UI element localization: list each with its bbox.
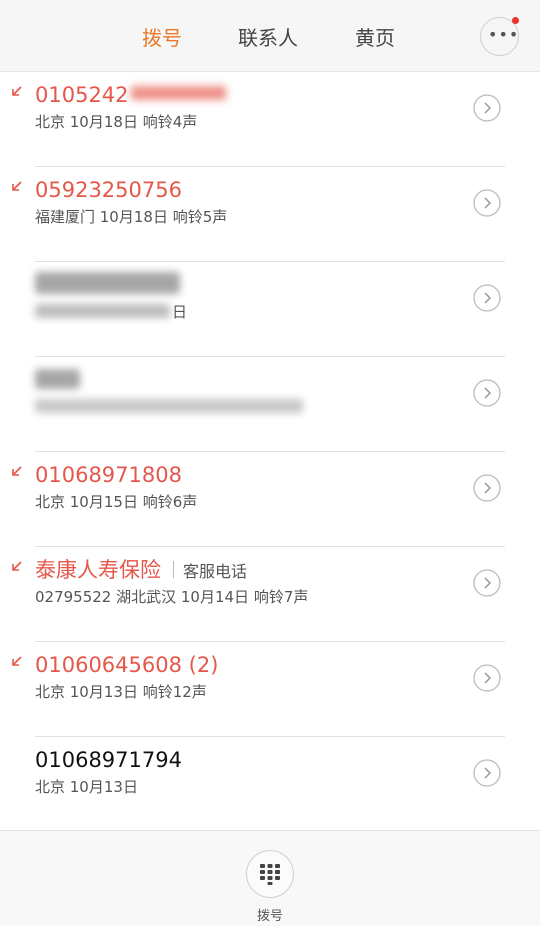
tab-contacts[interactable]: 联系人 (238, 22, 298, 51)
more-dots-icon: ••• (488, 25, 520, 44)
tab-yellow-pages[interactable]: 黄页 (355, 22, 395, 51)
dialpad-label: 拨号 (256, 909, 283, 924)
missed-call-icon (12, 86, 22, 96)
tab-dial[interactable]: 拨号 (142, 22, 182, 51)
call-log-row[interactable]: 01068971794 北京 10月13日 (0, 737, 540, 830)
call-log-list: 0105242 北京 10月18日 响铃4声 05923250756 福建厦门 … (0, 72, 540, 830)
chevron-right-icon[interactable] (473, 474, 501, 502)
chevron-right-icon[interactable] (473, 569, 501, 597)
bottom-bar: 拨号 (0, 830, 540, 926)
caller-number: 01068971808 (35, 463, 182, 487)
blurred-call-details (35, 399, 303, 413)
top-tab-bar: 拨号 联系人 黄页 ••• (0, 0, 540, 72)
dialpad-button[interactable] (246, 850, 294, 898)
caller-number: 0105242 (35, 82, 226, 108)
missed-call-icon (12, 466, 22, 476)
missed-call-icon (12, 561, 22, 571)
call-details: 日 (172, 303, 188, 321)
more-options-button[interactable]: ••• (480, 17, 519, 56)
call-details: 北京 10月13日 响铃12声 (35, 683, 207, 701)
caller-tag: 客服电话 (183, 562, 248, 581)
missed-call-icon (12, 656, 22, 666)
chevron-right-icon[interactable] (473, 94, 501, 122)
notification-badge (512, 17, 519, 24)
chevron-right-icon[interactable] (473, 189, 501, 217)
caller-name: 泰康人寿保险 客服电话 (35, 558, 248, 582)
blurred-caller-name (35, 369, 80, 389)
blurred-caller-name (35, 272, 180, 294)
missed-call-icon (12, 181, 22, 191)
call-details: 福建厦门 10月18日 响铃5声 (35, 208, 228, 226)
caller-number: 01068971794 (35, 748, 182, 772)
caller-number: 05923250756 (35, 178, 182, 202)
call-details: 02795522 湖北武汉 10月14日 响铃7声 (35, 588, 309, 606)
call-log-row[interactable]: 01068971808 北京 10月15日 响铃6声 (0, 452, 540, 547)
blurred-call-details (35, 304, 170, 318)
call-details: 北京 10月15日 响铃6声 (35, 493, 198, 511)
chevron-right-icon[interactable] (473, 379, 501, 407)
dialpad-icon (260, 864, 280, 885)
call-log-row[interactable] (0, 357, 540, 452)
tag-separator (173, 561, 174, 578)
call-log-row[interactable]: 0105242 北京 10月18日 响铃4声 (0, 72, 540, 167)
chevron-right-icon[interactable] (473, 664, 501, 692)
call-details: 北京 10月13日 (35, 778, 138, 796)
caller-number: 01060645608 (2) (35, 653, 219, 677)
call-details: 北京 10月18日 响铃4声 (35, 113, 198, 131)
call-log-row[interactable]: 日 (0, 262, 540, 357)
call-log-row[interactable]: 泰康人寿保险 客服电话 02795522 湖北武汉 10月14日 响铃7声 (0, 547, 540, 642)
call-log-row[interactable]: 01060645608 (2) 北京 10月13日 响铃12声 (0, 642, 540, 737)
call-log-row[interactable]: 05923250756 福建厦门 10月18日 响铃5声 (0, 167, 540, 262)
chevron-right-icon[interactable] (473, 759, 501, 787)
chevron-right-icon[interactable] (473, 284, 501, 312)
